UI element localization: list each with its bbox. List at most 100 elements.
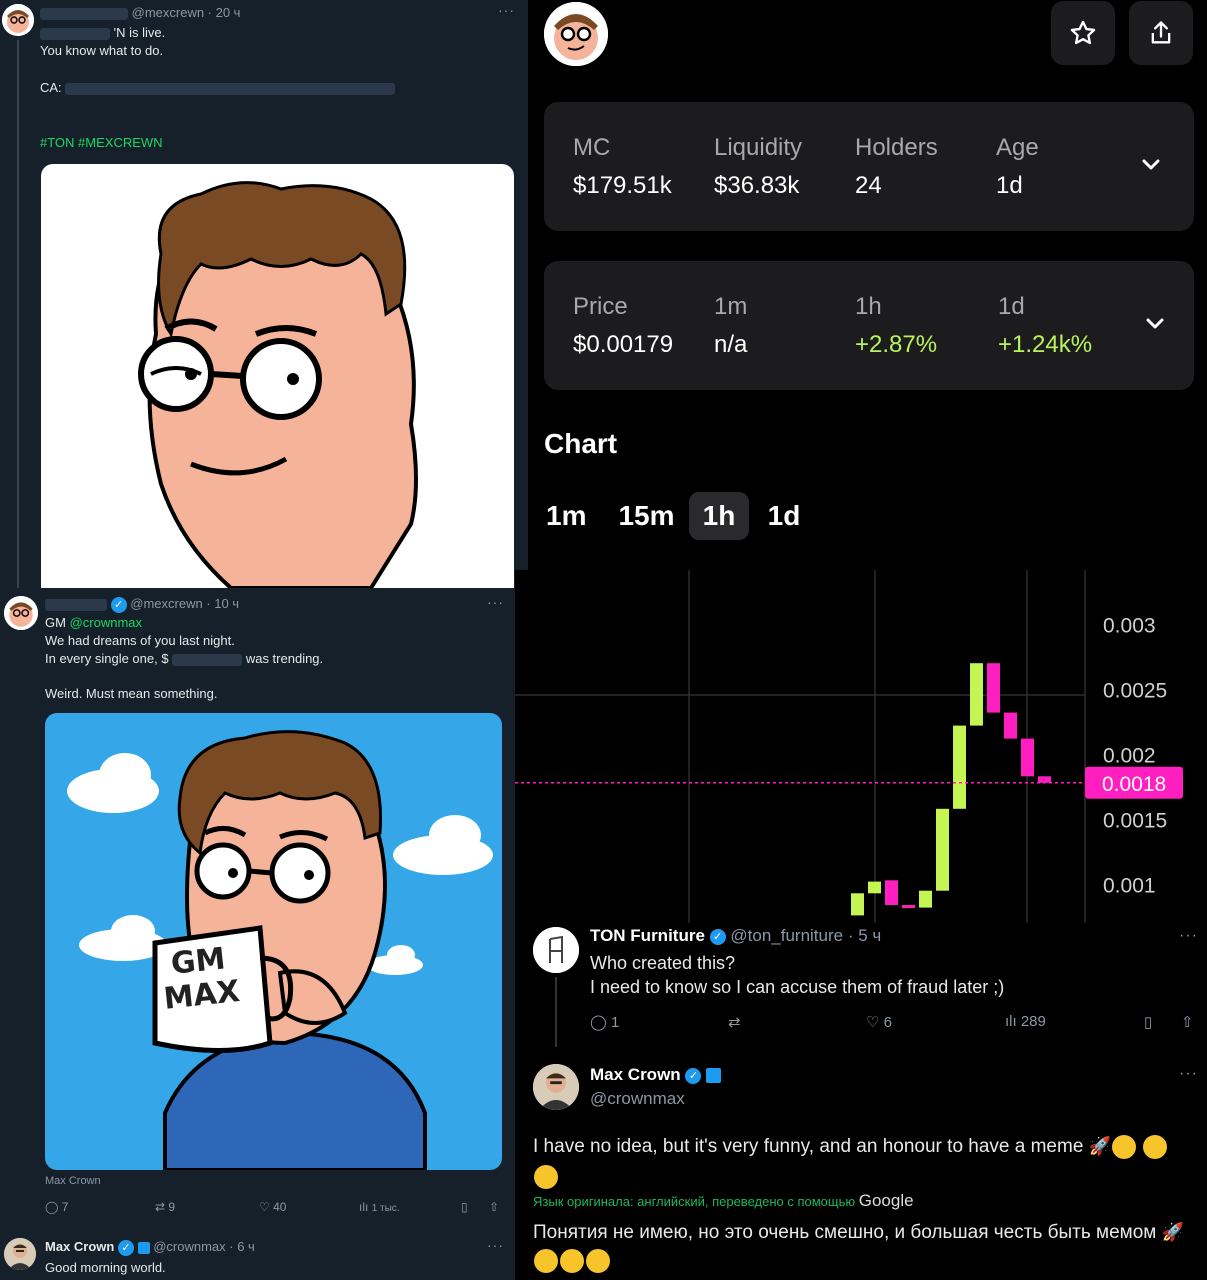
favorite-button[interactable] bbox=[1051, 1, 1115, 65]
more-icon[interactable]: ··· bbox=[1179, 1065, 1198, 1083]
reply-text-line1: Who created this? bbox=[590, 953, 736, 973]
tab-1d[interactable]: 1d bbox=[749, 492, 819, 540]
redacted-text bbox=[40, 27, 110, 40]
hashtags[interactable]: #TON #MEXCREWN bbox=[40, 134, 163, 152]
candle-down bbox=[902, 905, 915, 908]
tweet-handle[interactable]: @crownmax · 6 ч bbox=[153, 1239, 255, 1254]
google-translate-link[interactable]: Google bbox=[859, 1191, 914, 1210]
tweet-image[interactable] bbox=[41, 164, 514, 588]
avatar[interactable] bbox=[4, 1238, 36, 1270]
price-card: Price $0.00179 1m n/a 1h +2.87% 1d +1.24… bbox=[544, 261, 1194, 390]
retweet-count: 9 bbox=[168, 1200, 176, 1214]
share-button[interactable] bbox=[1129, 1, 1193, 65]
share-icon[interactable]: ⇧ bbox=[1181, 1013, 1194, 1031]
author-name[interactable]: TON Furniture bbox=[590, 926, 705, 945]
y-tick-label: 0.0025 bbox=[1103, 680, 1167, 703]
star-icon bbox=[1070, 20, 1096, 45]
reply-action[interactable]: ◯ 1 bbox=[590, 1013, 619, 1031]
grin-emoji-icon bbox=[1143, 1134, 1168, 1159]
token-app: MC $179.51k Liquidity $36.83k Holders 24… bbox=[528, 0, 1207, 570]
mention-link[interactable]: @crownmax bbox=[70, 615, 142, 630]
candlestick-chart: 0.003 0.0025 0.002 0.0015 0.001 0.0018 bbox=[515, 570, 1183, 923]
like-count: 6 bbox=[883, 1014, 892, 1031]
affiliate-badge-icon bbox=[706, 1068, 722, 1084]
y-tick-label: 0.002 bbox=[1103, 745, 1156, 768]
avatar[interactable] bbox=[4, 596, 38, 630]
candle-down bbox=[885, 880, 898, 905]
holders-value: 24 bbox=[855, 172, 882, 199]
candle-up bbox=[936, 808, 949, 891]
translation-note: Язык оригинала: английский, переведено с… bbox=[533, 1194, 856, 1209]
verified-icon: ✓ bbox=[685, 1067, 702, 1084]
grin-emoji-icon bbox=[560, 1248, 584, 1273]
y-tick-label: 0.0015 bbox=[1103, 810, 1167, 833]
reply-action[interactable]: ◯ 7 bbox=[45, 1200, 155, 1214]
more-icon[interactable]: ··· bbox=[487, 1237, 504, 1253]
more-icon[interactable]: ··· bbox=[487, 594, 504, 610]
views-action[interactable]: ılı 1 тыс. bbox=[359, 1200, 461, 1214]
like-action[interactable]: ♡ 40 bbox=[259, 1200, 359, 1214]
avatar[interactable] bbox=[533, 927, 579, 973]
tab-1m[interactable]: 1m bbox=[536, 492, 604, 540]
mc-value: $179.51k bbox=[573, 172, 672, 199]
liquidity-value: $36.83k bbox=[714, 172, 800, 199]
reply-text: I have no idea, but it's very funny, and… bbox=[533, 1136, 1084, 1157]
heart-icon: ♡ bbox=[259, 1200, 270, 1214]
tweet-text-line2: You know what to do. bbox=[40, 43, 164, 58]
bookmark-icon[interactable]: ▯ bbox=[1144, 1013, 1152, 1031]
image-caption: Max Crown bbox=[45, 1175, 101, 1187]
share-icon[interactable]: ⇧ bbox=[489, 1200, 499, 1214]
tweet-handle[interactable]: @mexcrewn · 20 ч bbox=[132, 5, 241, 20]
retweet-action[interactable]: ⇄ 9 bbox=[155, 1200, 259, 1214]
grin-emoji-icon bbox=[586, 1248, 610, 1273]
price-label: Price bbox=[573, 293, 628, 320]
chair-icon bbox=[533, 927, 579, 973]
tweet-handle[interactable]: @ton_furniture · 5 ч bbox=[730, 926, 881, 945]
candle-up bbox=[851, 893, 864, 916]
chevron-down-icon[interactable] bbox=[1141, 158, 1161, 172]
change-1h-label: 1h bbox=[855, 293, 882, 320]
stats-card: MC $179.51k Liquidity $36.83k Holders 24… bbox=[544, 102, 1194, 231]
chevron-down-icon[interactable] bbox=[1145, 317, 1165, 331]
rocket-emoji-icon: 🚀 bbox=[1161, 1222, 1185, 1242]
cartoon-face-image bbox=[138, 181, 418, 588]
tweet-3: Max Crown ✓ @crownmax · 6 ч ··· Good mor… bbox=[0, 1233, 515, 1280]
tweet-1: @mexcrewn · 20 ч ··· 'N is live. You kno… bbox=[0, 0, 528, 588]
tweet-text-line2a: In every single one, $ bbox=[45, 651, 169, 666]
candle-down bbox=[1021, 738, 1034, 777]
bookmark-icon[interactable]: ▯ bbox=[461, 1200, 489, 1214]
grin-emoji-icon bbox=[1112, 1134, 1137, 1159]
views-count: 1 тыс. bbox=[371, 1203, 400, 1214]
author-name[interactable]: Max Crown bbox=[45, 1239, 114, 1254]
avatar[interactable] bbox=[533, 1064, 579, 1110]
y-tick-label: 0.003 bbox=[1103, 615, 1156, 638]
gm-text: GM bbox=[45, 615, 66, 630]
more-icon[interactable]: ··· bbox=[498, 2, 515, 18]
tweet-2: ✓ @mexcrewn · 10 ч ··· GM @crownmax We h… bbox=[0, 588, 515, 1233]
price-chart[interactable]: 0.003 0.0025 0.002 0.0015 0.001 0.0018 bbox=[515, 570, 1207, 923]
tab-1h[interactable]: 1h bbox=[689, 492, 749, 540]
reply-text-line2: I need to know so I can accuse them of f… bbox=[590, 977, 1005, 997]
current-price-label: 0.0018 bbox=[1102, 773, 1166, 796]
age-value: 1d bbox=[996, 172, 1023, 199]
views-action[interactable]: ılı 289 bbox=[1005, 1013, 1046, 1030]
candle-up bbox=[970, 663, 983, 726]
reply-icon: ◯ bbox=[590, 1014, 607, 1031]
mug-text: GM MAX bbox=[161, 941, 242, 1017]
author-name[interactable]: Max Crown bbox=[590, 1065, 681, 1084]
translated-text: Понятия не имею, но это очень смешно, и … bbox=[533, 1222, 1157, 1243]
chart-heading: Chart bbox=[544, 428, 618, 459]
tab-15m[interactable]: 15m bbox=[604, 492, 689, 540]
redacted-name bbox=[45, 598, 107, 611]
verified-icon: ✓ bbox=[709, 928, 726, 945]
like-action[interactable]: ♡ 6 bbox=[866, 1013, 892, 1031]
avatar[interactable] bbox=[2, 4, 34, 36]
tweet-handle[interactable]: @mexcrewn · 10 ч bbox=[130, 596, 239, 611]
change-1d-label: 1d bbox=[998, 293, 1025, 320]
more-icon[interactable]: ··· bbox=[1179, 927, 1198, 945]
tweet-image[interactable]: GM MAX bbox=[45, 713, 502, 1170]
tweet-handle[interactable]: @crownmax bbox=[590, 1089, 685, 1109]
tweet-text-line3: Weird. Must mean something. bbox=[45, 686, 218, 701]
change-1m-value: n/a bbox=[714, 331, 748, 358]
retweet-icon[interactable]: ⇄ bbox=[728, 1013, 741, 1031]
